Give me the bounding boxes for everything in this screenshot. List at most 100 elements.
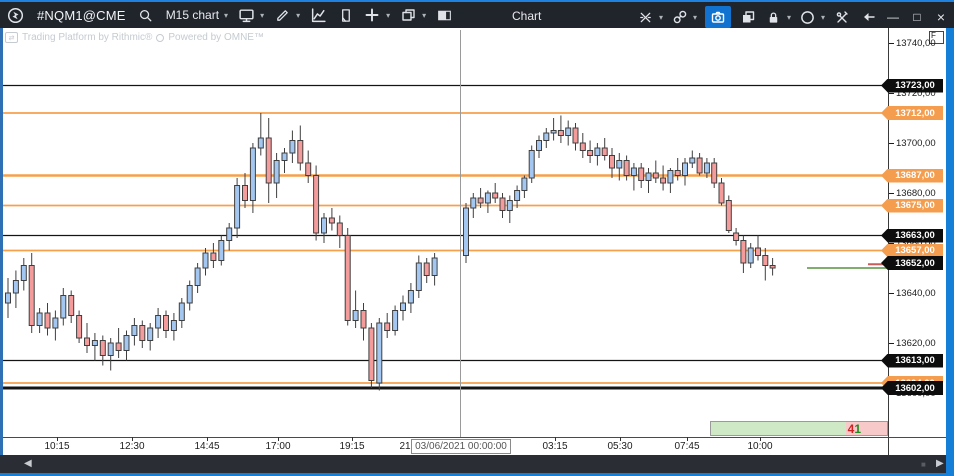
candle-body[interactable] [210, 252, 217, 261]
symbol-label[interactable]: #NQM1@CME [37, 8, 126, 23]
candle-body[interactable] [44, 312, 51, 329]
candle-body[interactable] [762, 255, 769, 266]
layers-caret-icon[interactable]: ▾ [422, 11, 426, 20]
app-logo-icon[interactable] [6, 6, 24, 24]
scroll-thumb[interactable]: ■ [921, 460, 926, 469]
candle-body[interactable] [725, 200, 732, 231]
lock-caret-icon[interactable]: ▾ [787, 13, 791, 22]
pin-icon[interactable] [859, 8, 877, 26]
cursor-caret-icon[interactable]: ▾ [659, 13, 663, 22]
link-caret-icon[interactable]: ▾ [693, 13, 697, 22]
candle-body[interactable] [415, 262, 422, 291]
candle-body[interactable] [131, 325, 138, 336]
scroll-left-icon[interactable]: ◀ [24, 458, 32, 469]
candle-body[interactable] [352, 310, 359, 321]
candle-body[interactable] [60, 295, 67, 319]
candle-body[interactable] [536, 140, 542, 151]
pencil-icon[interactable] [273, 6, 291, 24]
candle-body[interactable] [344, 235, 351, 321]
symbol-ring-icon[interactable] [799, 8, 817, 26]
candle-body[interactable] [616, 160, 623, 169]
candle-body[interactable] [579, 142, 586, 151]
candle-body[interactable] [565, 127, 572, 136]
candle-body[interactable] [234, 185, 241, 229]
candle-body[interactable] [470, 197, 477, 209]
candle-body[interactable] [297, 140, 304, 164]
candle-body[interactable] [696, 157, 703, 174]
candle-body[interactable] [407, 290, 414, 304]
candle-body[interactable] [601, 147, 608, 156]
candle-body[interactable] [423, 262, 430, 276]
candle-body[interactable] [84, 337, 90, 346]
horizontal-scrollbar[interactable]: ◀ ■ ▶ [0, 455, 946, 473]
candle-body[interactable] [674, 170, 681, 176]
candle-body[interactable] [12, 280, 19, 294]
candle-body[interactable] [528, 150, 535, 179]
candle-body[interactable] [249, 147, 256, 201]
candle-body[interactable] [630, 167, 637, 176]
price-axis[interactable]: F 13740,00 13720,00 13700,00 13680,00 13660,… [881, 28, 946, 455]
candle-body[interactable] [202, 252, 209, 269]
candle-body[interactable] [667, 170, 674, 184]
candle-body[interactable] [242, 185, 248, 201]
candle-body[interactable] [689, 157, 696, 164]
chart-canvas[interactable] [0, 28, 888, 437]
candle-body[interactable] [623, 160, 630, 176]
candle-body[interactable] [368, 327, 375, 381]
candle-body[interactable] [747, 247, 754, 264]
candle-body[interactable] [521, 177, 528, 191]
scroll-right-icon[interactable]: ▶ [936, 458, 944, 469]
settings-tools-icon[interactable] [833, 8, 851, 26]
candle-body[interactable] [718, 182, 725, 204]
candle-body[interactable] [281, 152, 288, 161]
candle-body[interactable] [703, 162, 710, 174]
candle-body[interactable] [289, 140, 296, 154]
minimize-button[interactable]: — [885, 10, 901, 24]
candle-body[interactable] [376, 322, 383, 384]
chart-line-icon[interactable] [309, 6, 327, 24]
candle-body[interactable] [431, 257, 438, 276]
candle-body[interactable] [265, 137, 272, 184]
candle-body[interactable] [139, 325, 146, 341]
camera-icon[interactable] [704, 6, 731, 28]
candle-body[interactable] [226, 227, 233, 241]
candle-body[interactable] [28, 265, 35, 326]
candle-body[interactable] [155, 315, 162, 329]
cursor-tool-icon[interactable] [637, 8, 655, 26]
candle-body[interactable] [594, 147, 601, 156]
candle-body[interactable] [328, 217, 335, 224]
candle-body[interactable] [99, 340, 106, 356]
candle-body[interactable] [550, 130, 557, 134]
candle-body[interactable] [572, 127, 579, 144]
candle-body[interactable] [711, 162, 718, 184]
candle-body[interactable] [273, 160, 280, 184]
candle-body[interactable] [91, 340, 98, 346]
candle-body[interactable] [733, 232, 740, 241]
candle-body[interactable] [587, 150, 594, 156]
candle-body[interactable] [638, 167, 645, 181]
time-axis[interactable]: 03/06/2021 00:00:00 10:15 12:30 14:45 17:00… [0, 437, 888, 455]
candle-body[interactable] [52, 317, 59, 329]
candle-body[interactable] [115, 342, 122, 351]
lock-icon[interactable] [765, 8, 783, 26]
candle-body[interactable] [313, 175, 320, 234]
candle-body[interactable] [499, 197, 506, 211]
candle-body[interactable] [557, 130, 564, 136]
candle-body[interactable] [543, 132, 550, 141]
candle-body[interactable] [5, 292, 11, 304]
page-template-icon[interactable] [336, 6, 354, 24]
candle-body[interactable] [660, 177, 667, 184]
candle-body[interactable] [107, 342, 114, 356]
candle-body[interactable] [477, 197, 484, 204]
candle-body[interactable] [170, 320, 177, 331]
candle-body[interactable] [360, 310, 367, 329]
add-indicator-icon[interactable] [363, 6, 381, 24]
layers-icon[interactable] [399, 6, 417, 24]
candle-body[interactable] [682, 162, 688, 176]
candle-body[interactable] [186, 285, 193, 304]
link-icon[interactable] [671, 8, 689, 26]
candle-body[interactable] [769, 265, 776, 269]
candle-body[interactable] [305, 162, 312, 176]
panel-view-icon[interactable] [435, 6, 453, 24]
window-edge-right[interactable] [946, 28, 954, 476]
